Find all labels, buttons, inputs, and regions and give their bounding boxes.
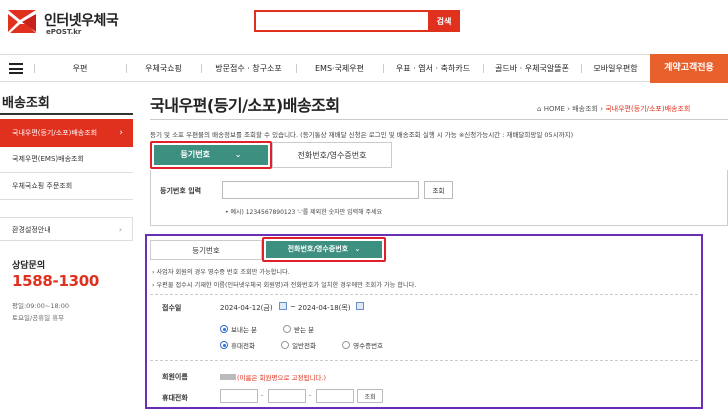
tab-label: 전화번호/영수증번호	[297, 151, 367, 160]
page-title: 국내우편(등기/소포)배송조회	[150, 96, 340, 115]
settings-guide-label: 환경설정안내	[12, 226, 51, 234]
date-to[interactable]: 2024-04-18(목)	[298, 303, 351, 313]
cs-title: 상담문의	[12, 261, 46, 271]
mobile-input-2[interactable]	[268, 389, 306, 403]
registered-number-note: • 예시) 1234567890123 '-'를 제외한 숫자만 입력해 주세요	[225, 209, 383, 216]
chevron-down-icon: ⌄	[234, 150, 242, 159]
phone-separator: -	[309, 392, 312, 399]
panel-tab-phone-receipt[interactable]: 전화번호/영수증번호 ⌄	[266, 241, 382, 258]
cs-hours: 평일:09:00~18:00 토요일/공휴일 휴무	[12, 300, 69, 324]
sidebar-item-label: 우체국쇼핑 주문조회	[12, 182, 73, 190]
direction-radio-group: 보내는 분 받는 분	[220, 324, 314, 334]
page-description: 등기 및 소포 우편물의 배송정보를 조회할 수 있습니다. (등기통상 재배달…	[150, 131, 574, 139]
sidebar-item-label: 국제우편(EMS)배송조회	[12, 155, 84, 163]
contract-customer-button[interactable]: 계약고객전용	[650, 54, 728, 83]
home-icon: ⌂	[537, 105, 542, 113]
member-name-label: 회원이름	[162, 373, 188, 381]
phone-receipt-panel-outline	[145, 234, 703, 409]
nav-item-goldbar[interactable]: 골드바 · 우체국알뜰폰	[483, 55, 581, 82]
type-radio-group: 휴대전화 일반전화 영수증번호	[220, 340, 383, 350]
breadcrumb: ⌂ HOME › 배송조회 › 국내우편(등기/소포)배송조회	[537, 105, 691, 113]
sidebar-item-shopping-order[interactable]: 우체국쇼핑 주문조회	[0, 172, 133, 200]
mobile-label: 휴대전화	[162, 394, 188, 402]
sidebar-item-label: 국내우편(등기/소포)배송조회	[12, 129, 98, 137]
radio-receipt[interactable]: 영수증번호	[342, 341, 383, 350]
cs-phone: 1588-1300	[12, 272, 100, 290]
radio-sender[interactable]: 보내는 분	[220, 325, 257, 334]
cs-weekday-hours: 평일:09:00~18:00	[12, 302, 70, 310]
sidebar-divider	[0, 113, 133, 115]
sidebar-title: 배송조회	[2, 96, 50, 111]
registered-number-input[interactable]	[222, 181, 419, 199]
nav-item-visit[interactable]: 방문접수 · 창구소포	[201, 55, 296, 82]
masked-name	[220, 374, 236, 380]
nav-item-stamps[interactable]: 우표 · 엽서 · 축하카드	[383, 55, 483, 82]
tab-registered-number[interactable]: 등기번호 ⌄	[154, 145, 268, 165]
member-name-value: (이름은 회원명으로 고정됩니다.)	[220, 372, 326, 382]
date-separator: ~	[290, 303, 296, 311]
menu-icon[interactable]	[9, 63, 23, 74]
radio-landline[interactable]: 일반전화	[281, 341, 316, 350]
breadcrumb-current: 국내우편(등기/소포)배송조회	[605, 105, 691, 113]
tab-label: 등기번호	[192, 246, 220, 255]
chevron-right-icon: ›	[119, 128, 123, 138]
sidebar-item-domestic[interactable]: 국내우편(등기/소포)배송조회 ›	[0, 119, 133, 147]
sidebar-item-ems[interactable]: 국제우편(EMS)배송조회	[0, 145, 133, 173]
phone-separator: -	[261, 392, 264, 399]
nav-item-mobile-mailbox[interactable]: 모바일우편함	[581, 55, 650, 82]
member-name-note: (이름은 회원명으로 고정됩니다.)	[237, 374, 327, 382]
tab-label: 전화번호/영수증번호	[287, 245, 349, 253]
notice-name-match: › 우편물 접수시 기재한 이름(인터넷우체국 회원명)과 전화번호가 일치한 …	[152, 282, 417, 289]
search-input[interactable]	[254, 10, 430, 32]
calendar-icon[interactable]	[279, 302, 287, 310]
date-label: 접수일	[162, 304, 182, 312]
main-nav: 우편 우체국쇼핑 방문접수 · 창구소포 EMS·국제우편 우표 · 엽서 · …	[0, 54, 728, 83]
logo-sub: ePOST.kr	[46, 28, 82, 36]
search-button[interactable]: 검색	[428, 10, 460, 32]
epost-logo-icon	[8, 10, 36, 33]
tab-label: 등기번호	[180, 150, 210, 159]
mobile-input-1[interactable]	[220, 389, 258, 403]
registered-number-label: 등기번호 입력	[160, 187, 202, 195]
breadcrumb-home[interactable]: HOME	[544, 105, 565, 113]
notice-business: › 사업자 회원의 경우 영수증 번호 조회만 가능합니다.	[152, 269, 290, 276]
epost-logo[interactable]: 인터넷우체국 ePOST.kr	[6, 6, 126, 40]
mobile-input-3[interactable]	[316, 389, 354, 403]
chevron-down-icon: ⌄	[354, 245, 361, 253]
tab-phone-receipt[interactable]: 전화번호/영수증번호	[272, 142, 392, 168]
cs-holiday: 토요일/공휴일 휴무	[12, 314, 65, 322]
nav-item-mail[interactable]: 우편	[34, 55, 126, 82]
logo-text: 인터넷우체국	[44, 13, 119, 29]
settings-guide-link[interactable]: 환경설정안내 ›	[0, 217, 133, 241]
breadcrumb-tracking[interactable]: 배송조회	[572, 105, 598, 113]
registered-query-button[interactable]: 조회	[424, 181, 453, 199]
chevron-right-icon: ›	[118, 225, 122, 234]
radio-receiver[interactable]: 받는 분	[283, 325, 314, 334]
phone-query-button[interactable]: 조회	[357, 389, 383, 403]
header: 인터넷우체국 ePOST.kr 검색	[0, 0, 728, 50]
radio-mobile[interactable]: 휴대전화	[220, 341, 255, 350]
nav-item-ems[interactable]: EMS·국제우편	[296, 55, 383, 82]
title-divider	[150, 119, 728, 120]
calendar-icon[interactable]	[356, 302, 364, 310]
nav-item-shopping[interactable]: 우체국쇼핑	[126, 55, 201, 82]
panel-tab-registered[interactable]: 등기번호	[150, 240, 262, 260]
date-from[interactable]: 2024-04-12(금)	[220, 303, 273, 313]
